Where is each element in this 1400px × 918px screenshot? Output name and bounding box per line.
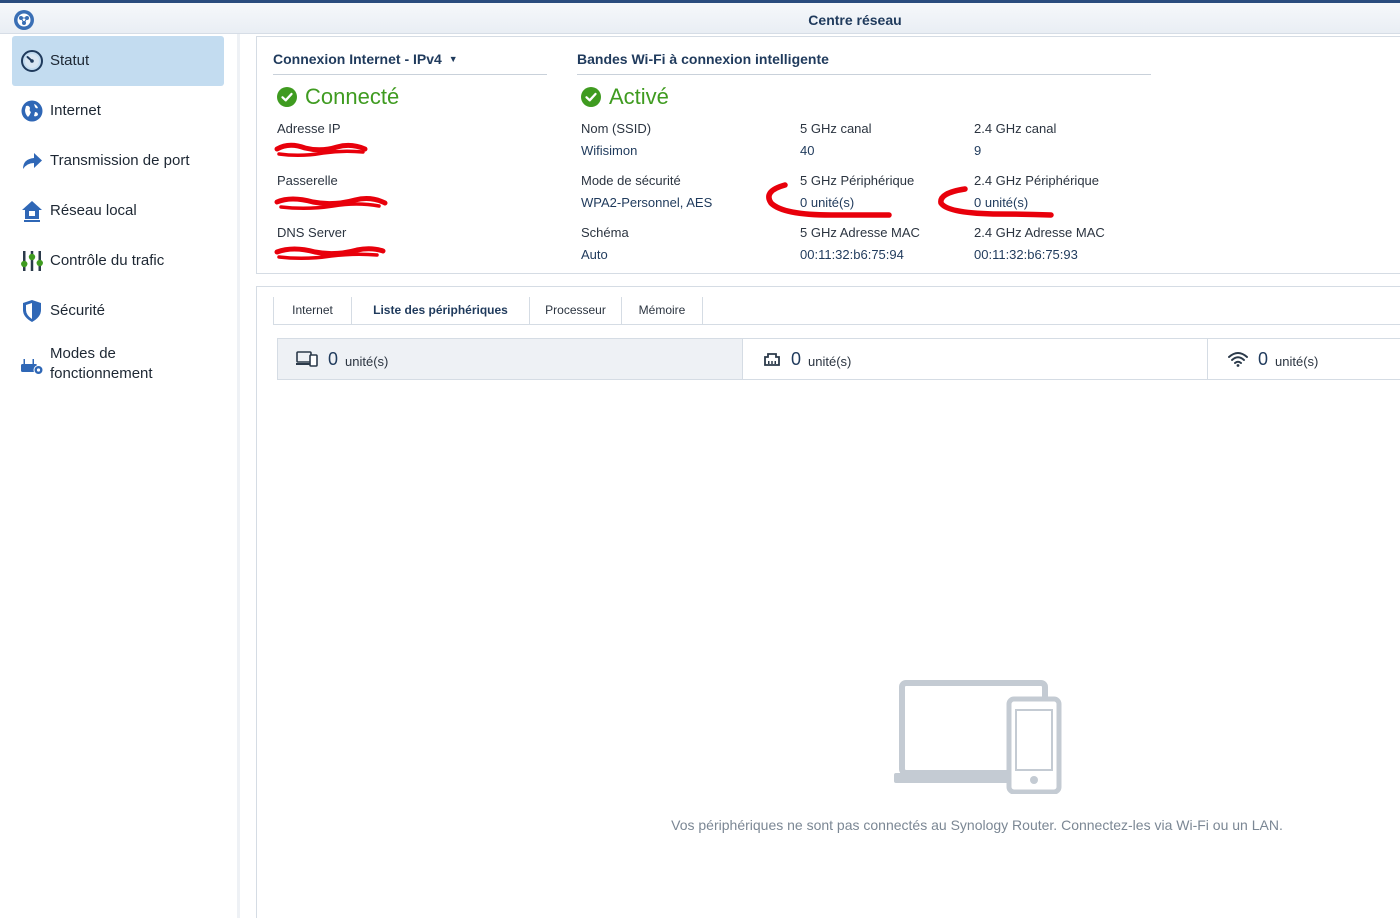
- tab-internet[interactable]: Internet: [273, 297, 352, 324]
- wifi-status: Activé: [581, 84, 669, 110]
- tab-liste-des-peripheriques[interactable]: Liste des périphériques: [352, 297, 530, 324]
- device-tabs-panel: Internet Liste des périphériques Process…: [256, 286, 1400, 918]
- sidebar-item-internet[interactable]: Internet: [12, 86, 224, 136]
- sidebar-item-label: Sécurité: [50, 302, 106, 319]
- mac-5ghz-label: 5 GHz Adresse MAC: [800, 225, 920, 240]
- forward-arrow-icon: [23, 153, 42, 169]
- ip-address-label: Adresse IP: [277, 121, 341, 136]
- channel-24ghz-value: 9: [974, 143, 982, 158]
- gauge-icon: [21, 50, 43, 72]
- summary-unit: unité(s): [808, 353, 852, 369]
- window-title: Centre réseau: [808, 12, 902, 28]
- caret-down-icon[interactable]: ▼: [449, 54, 458, 64]
- channel-5ghz-value: 40: [800, 143, 815, 158]
- summary-count: 0: [328, 348, 339, 369]
- status-info-panel: Connexion Internet - IPv4 ▼ Connecté Adr…: [256, 36, 1400, 274]
- sidebar-item-label: Internet: [50, 102, 101, 119]
- channel-24ghz-label: 2.4 GHz canal: [974, 121, 1057, 136]
- check-circle-icon: [581, 87, 601, 107]
- internet-status-text: Connecté: [305, 84, 400, 109]
- tab-processeur[interactable]: Processeur: [530, 297, 622, 324]
- summary-lan-devices[interactable]: 0 unité(s): [743, 339, 1208, 379]
- dns-server-label: DNS Server: [277, 225, 347, 240]
- empty-state-message: Vos périphériques ne sont pas connectés …: [671, 817, 1283, 833]
- device-summary-bar: 0 unité(s) 0 unité(s) 0 unité(s): [277, 338, 1400, 380]
- ssid-label: Nom (SSID): [581, 121, 652, 136]
- wifi-status-text: Activé: [609, 84, 669, 109]
- tab-memoire[interactable]: Mémoire: [622, 297, 703, 324]
- sliders-icon: [21, 251, 43, 271]
- sidebar-item-transmission-de-port[interactable]: Transmission de port: [12, 136, 224, 186]
- sidebar-item-controle-du-trafic[interactable]: Contrôle du trafic: [12, 236, 224, 286]
- summary-unit: unité(s): [1275, 353, 1319, 369]
- home-network-icon: [22, 201, 42, 222]
- sidebar-item-modes-de-fonctionnement[interactable]: Modes de fonctionnement: [12, 336, 224, 392]
- annotation-arrow-scribble: [938, 186, 1054, 218]
- router-gear-icon: [21, 359, 44, 375]
- gateway-label: Passerelle: [277, 173, 338, 188]
- internet-heading-label: Connexion Internet - IPv4: [273, 51, 442, 67]
- mac-24ghz-label: 2.4 GHz Adresse MAC: [974, 225, 1105, 240]
- wifi-bands-heading: Bandes Wi-Fi à connexion intelligente: [577, 51, 1151, 75]
- summary-all-devices[interactable]: 0 unité(s): [278, 339, 743, 379]
- tab-bar: Internet Liste des périphériques Process…: [273, 297, 1400, 325]
- globe-icon: [21, 100, 43, 122]
- schema-label: Schéma: [581, 225, 629, 240]
- sidebar-item-label: Statut: [50, 52, 90, 69]
- internet-connection-heading[interactable]: Connexion Internet - IPv4 ▼: [273, 51, 547, 75]
- sidebar-item-label: Contrôle du trafic: [50, 252, 165, 269]
- redaction-scribble: [274, 246, 386, 261]
- redaction-scribble: [274, 196, 388, 211]
- annotation-arrow-scribble: [766, 182, 892, 218]
- summary-count: 0: [791, 348, 802, 369]
- schema-value: Auto: [581, 247, 608, 262]
- security-mode-value: WPA2-Personnel, AES: [581, 195, 713, 210]
- sidebar-item-statut[interactable]: Statut: [12, 36, 224, 86]
- summary-wifi-devices[interactable]: 0 unité(s): [1208, 339, 1400, 379]
- sidebar-item-label: Transmission de port: [50, 152, 190, 169]
- lan-port-icon: [764, 353, 780, 366]
- sidebar-item-label: Modes de fonctionnement: [50, 345, 153, 382]
- title-bar: Centre réseau: [0, 3, 1400, 34]
- ssid-value: Wifisimon: [581, 143, 638, 158]
- sidebar: Statut Internet Transmission de port Rés…: [0, 34, 240, 918]
- summary-unit: unité(s): [345, 353, 389, 369]
- internet-status: Connecté: [277, 84, 399, 110]
- redaction-scribble: [274, 142, 368, 158]
- sidebar-item-securite[interactable]: Sécurité: [12, 286, 224, 336]
- wifi-icon: [1228, 352, 1248, 367]
- summary-count: 0: [1258, 348, 1269, 369]
- security-mode-label: Mode de sécurité: [581, 173, 681, 188]
- laptop-phone-icon: [894, 680, 1062, 794]
- mac-24ghz-value: 00:11:32:b6:75:93: [974, 247, 1078, 262]
- sidebar-item-reseau-local[interactable]: Réseau local: [12, 186, 224, 236]
- sidebar-divider: [237, 34, 240, 918]
- channel-5ghz-label: 5 GHz canal: [800, 121, 872, 136]
- sidebar-item-label: Réseau local: [50, 202, 137, 219]
- check-circle-icon: [277, 87, 297, 107]
- mac-5ghz-value: 00:11:32:b6:75:94: [800, 247, 904, 262]
- shield-icon: [23, 300, 41, 322]
- devices-icon: [296, 351, 318, 367]
